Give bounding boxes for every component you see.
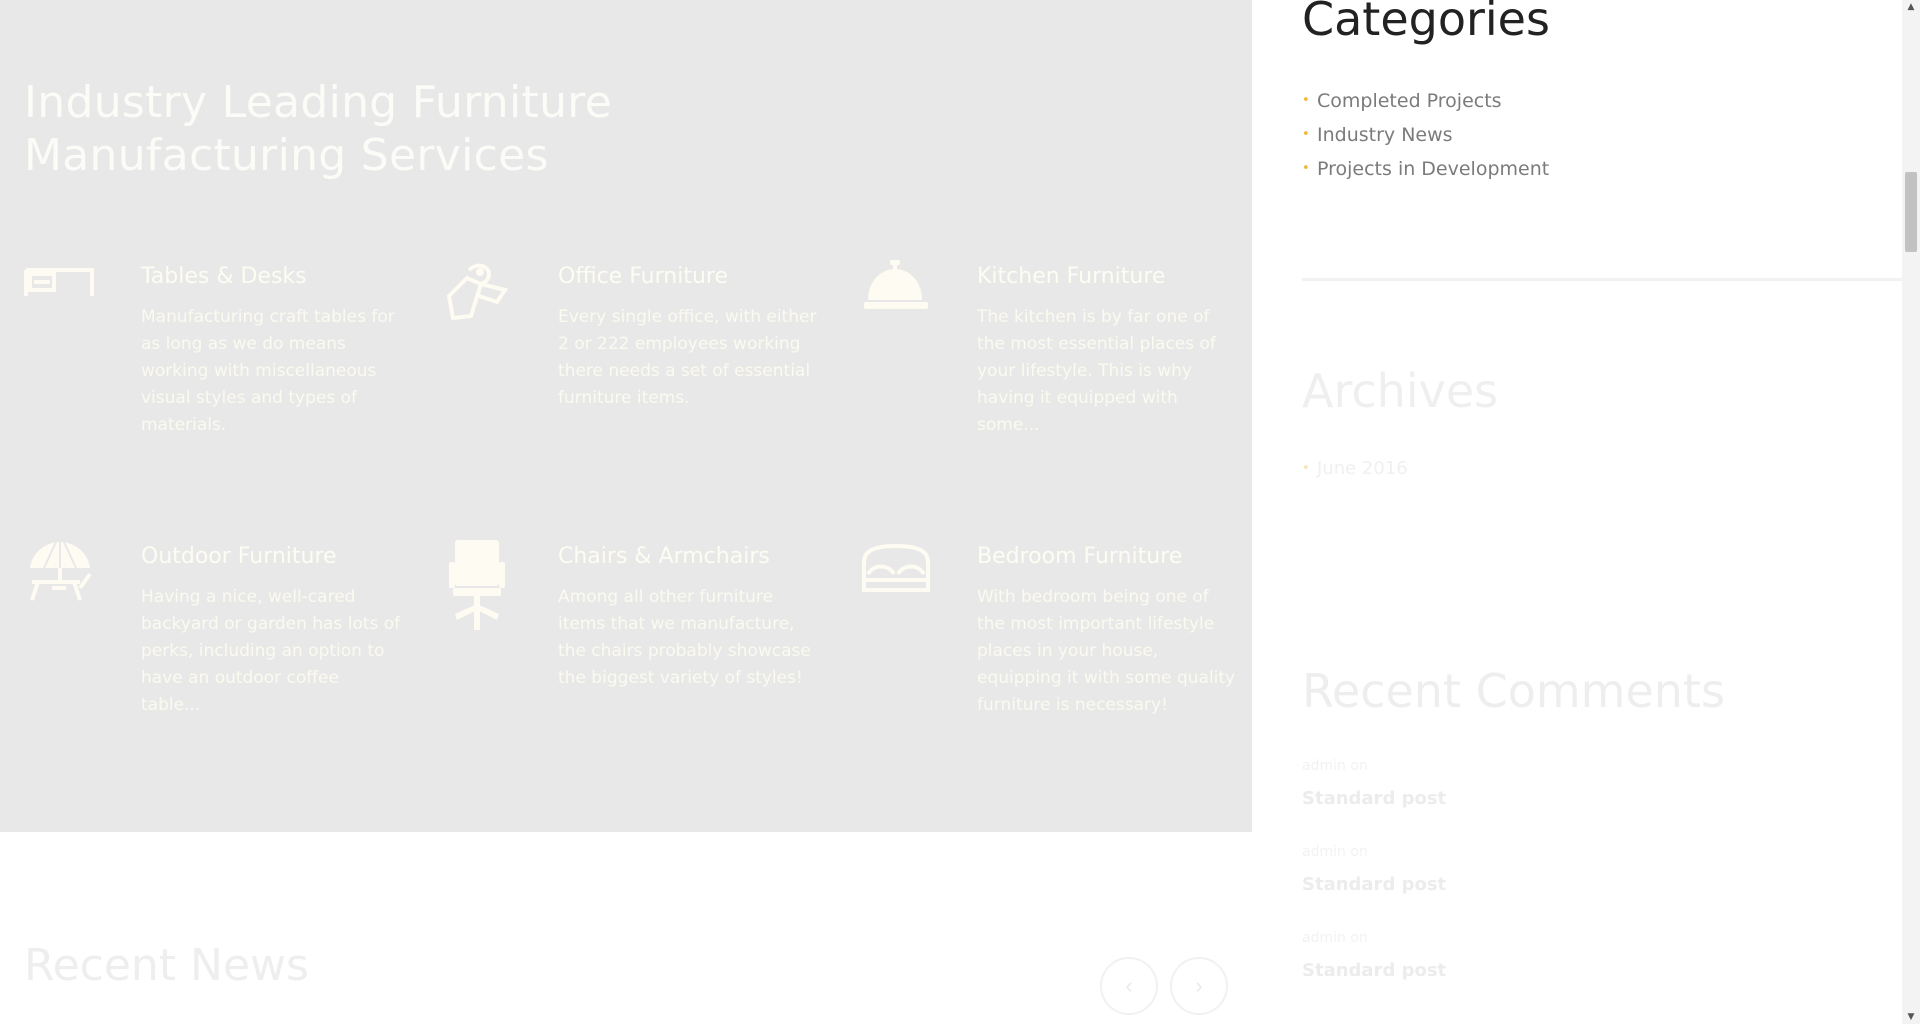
comment-author: admin on [1302,930,1368,946]
office-chair-icon [441,540,513,636]
scroll-thumb[interactable] [1905,172,1917,252]
desk-icon [24,260,96,356]
service-card-bedroom-furniture[interactable]: Bedroom Furniture With bedroom being one… [860,540,1270,770]
archive-link[interactable]: June 2016 [1302,452,1408,486]
service-description: Among all other furniture items that we … [558,587,811,688]
recent-news-title: Recent News [24,940,309,991]
recent-comment-item: admin on Standard post [1302,844,1446,895]
page: Industry Leading Furniture Manufacturing… [0,0,1920,1024]
service-card-kitchen-furniture[interactable]: Kitchen Furniture The kitchen is by far … [860,260,1270,490]
service-description: Having a nice, well-cared backyard or ga… [141,587,401,715]
comment-post-link[interactable]: Standard post [1302,788,1446,809]
page-scrollbar[interactable]: ▲ ▼ [1902,0,1920,1024]
services-section: Industry Leading Furniture Manufacturing… [0,0,1252,832]
next-news-button[interactable]: › [1170,957,1228,1015]
sidebar: Categories Completed Projects Industry N… [1302,0,1902,1024]
service-description: The kitchen is by far one of the most es… [977,307,1216,435]
service-card-chairs-armchairs[interactable]: Chairs & Armchairs Among all other furni… [441,540,851,770]
previous-news-button[interactable]: ‹ [1100,957,1158,1015]
service-description: Every single office, with either 2 or 22… [558,307,817,408]
scroll-down-arrow-icon[interactable]: ▼ [1902,1010,1920,1024]
chevron-right-icon: › [1195,973,1203,998]
service-title: Bedroom Furniture [977,544,1183,569]
categories-list: Completed Projects Industry News Project… [1302,84,1549,186]
services-title: Industry Leading Furniture Manufacturing… [24,77,613,181]
service-bell-icon [860,260,932,356]
archives-title: Archives [1302,364,1499,418]
service-card-tables-desks[interactable]: Tables & Desks Manufacturing craft table… [24,260,434,490]
service-description: Manufacturing craft tables for as long a… [141,307,395,435]
archives-list: June 2016 [1302,452,1408,486]
service-title: Outdoor Furniture [141,544,337,569]
sidebar-divider [1302,278,1902,281]
beach-umbrella-icon [24,540,96,636]
category-link[interactable]: Industry News [1302,118,1549,152]
service-title: Office Furniture [558,264,728,289]
chevron-left-icon: ‹ [1125,973,1133,998]
category-link[interactable]: Projects in Development [1302,152,1549,186]
service-title: Tables & Desks [141,264,307,289]
price-tag-icon [441,260,513,356]
category-link[interactable]: Completed Projects [1302,84,1549,118]
comment-post-link[interactable]: Standard post [1302,874,1446,895]
service-card-office-furniture[interactable]: Office Furniture Every single office, wi… [441,260,851,490]
recent-comment-item: admin on Standard post [1302,930,1446,981]
recent-comment-item: admin on Standard post [1302,758,1446,809]
comment-author: admin on [1302,844,1368,860]
comment-post-link[interactable]: Standard post [1302,960,1446,981]
bed-icon [860,540,932,636]
scroll-up-arrow-icon[interactable]: ▲ [1902,0,1920,14]
recent-comments-title: Recent Comments [1302,664,1725,718]
categories-title: Categories [1302,0,1550,46]
service-title: Kitchen Furniture [977,264,1166,289]
comment-author: admin on [1302,758,1368,774]
service-card-outdoor-furniture[interactable]: Outdoor Furniture Having a nice, well-ca… [24,540,434,770]
service-description: With bedroom being one of the most impor… [977,587,1236,715]
service-title: Chairs & Armchairs [558,544,770,569]
